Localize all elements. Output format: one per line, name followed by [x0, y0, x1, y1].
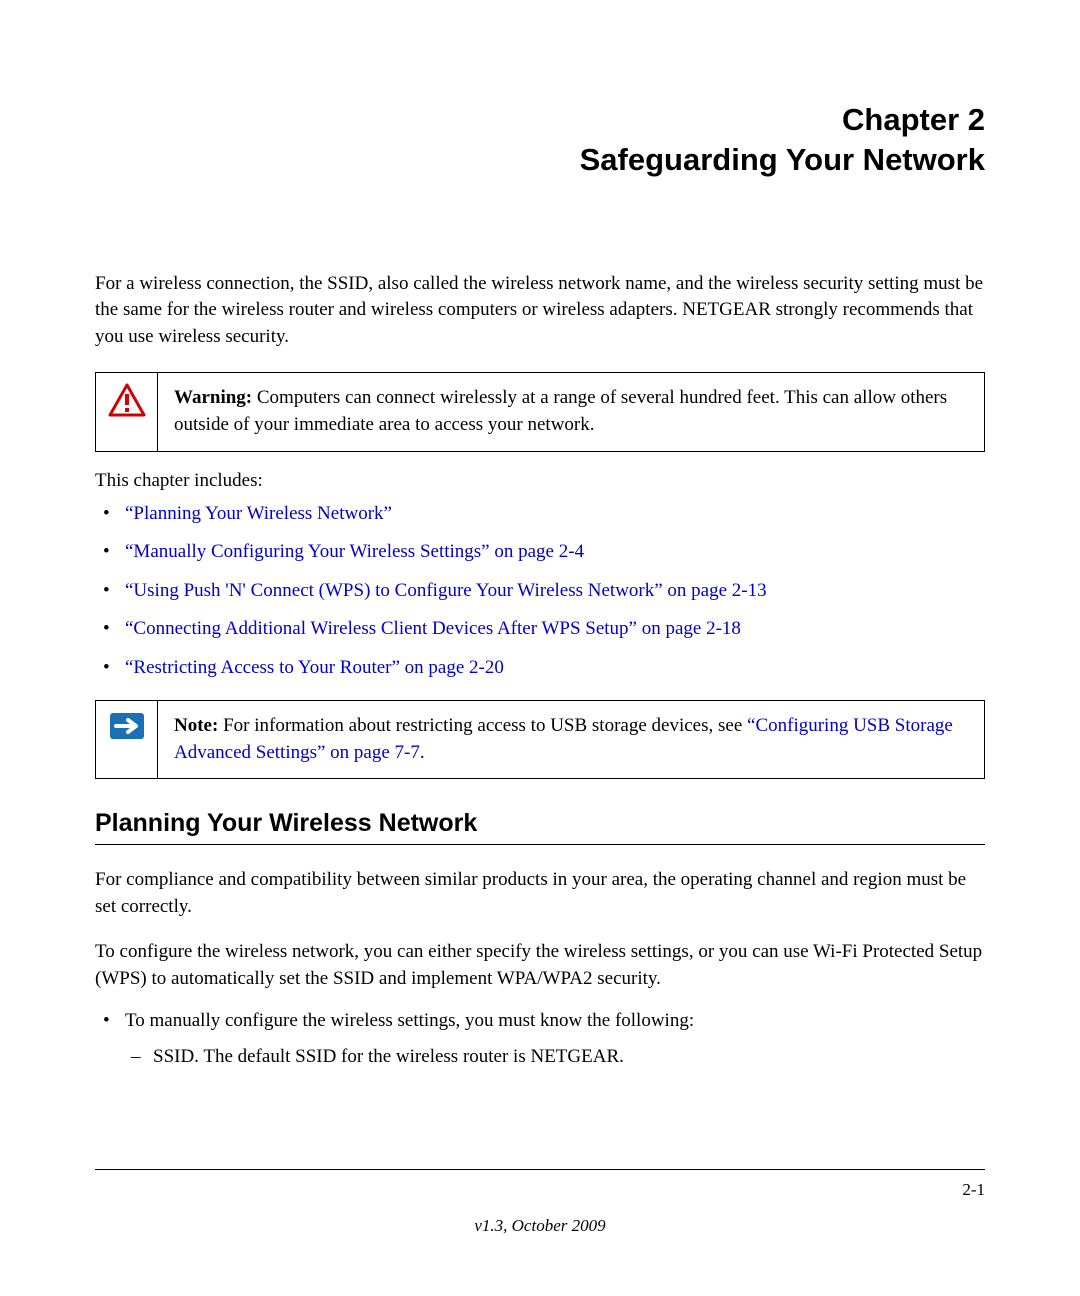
note-box: Note: For information about restricting …: [95, 700, 985, 779]
document-page: Chapter 2 Safeguarding Your Network For …: [0, 0, 1080, 1072]
toc-item: “Connecting Additional Wireless Client D…: [95, 615, 985, 644]
note-before: For information about restricting access…: [218, 715, 747, 736]
footer-version: v1.3, October 2009: [95, 1216, 985, 1236]
toc-list: “Planning Your Wireless Network” “Manual…: [95, 500, 985, 683]
warning-label: Warning:: [174, 387, 252, 408]
sub-list: SSID. The default SSID for the wireless …: [125, 1043, 985, 1072]
warning-icon-cell: [96, 373, 158, 450]
note-after: .: [420, 742, 425, 763]
toc-link-planning[interactable]: “Planning Your Wireless Network”: [125, 503, 392, 524]
note-label: Note:: [174, 715, 218, 736]
chapter-label: Chapter 2: [842, 102, 985, 137]
toc-link-additional[interactable]: “Connecting Additional Wireless Client D…: [125, 618, 741, 639]
chapter-title: Chapter 2 Safeguarding Your Network: [95, 100, 985, 181]
page-footer: 2-1 v1.3, October 2009: [95, 1169, 985, 1236]
toc-item: “Restricting Access to Your Router” on p…: [95, 654, 985, 683]
list-item-text: To manually configure the wireless setti…: [125, 1010, 694, 1031]
body-para-2: To configure the wireless network, you c…: [95, 939, 985, 992]
note-icon-cell: [96, 701, 158, 778]
warning-body: Computers can connect wirelessly at a ra…: [174, 387, 947, 435]
body-para-1: For compliance and compatibility between…: [95, 867, 985, 920]
page-number: 2-1: [962, 1180, 985, 1199]
note-text: Note: For information about restricting …: [158, 701, 984, 778]
list-item: To manually configure the wireless setti…: [95, 1007, 985, 1072]
toc-link-wps[interactable]: “Using Push 'N' Connect (WPS) to Configu…: [125, 580, 767, 601]
intro-paragraph: For a wireless connection, the SSID, als…: [95, 271, 985, 351]
toc-item: “Manually Configuring Your Wireless Sett…: [95, 538, 985, 567]
toc-item: “Using Push 'N' Connect (WPS) to Configu…: [95, 577, 985, 606]
warning-text: Warning: Computers can connect wirelessl…: [158, 373, 984, 450]
arrow-icon: [108, 711, 146, 747]
includes-label: This chapter includes:: [95, 470, 985, 492]
toc-link-manual[interactable]: “Manually Configuring Your Wireless Sett…: [125, 541, 584, 562]
toc-item: “Planning Your Wireless Network”: [95, 500, 985, 529]
chapter-name: Safeguarding Your Network: [580, 142, 985, 177]
body-list: To manually configure the wireless setti…: [95, 1007, 985, 1072]
warning-box: Warning: Computers can connect wirelessl…: [95, 372, 985, 451]
toc-link-restrict[interactable]: “Restricting Access to Your Router” on p…: [125, 657, 504, 678]
section-heading: Planning Your Wireless Network: [95, 809, 985, 845]
sub-list-item: SSID. The default SSID for the wireless …: [125, 1043, 985, 1072]
warning-icon: [108, 383, 146, 423]
